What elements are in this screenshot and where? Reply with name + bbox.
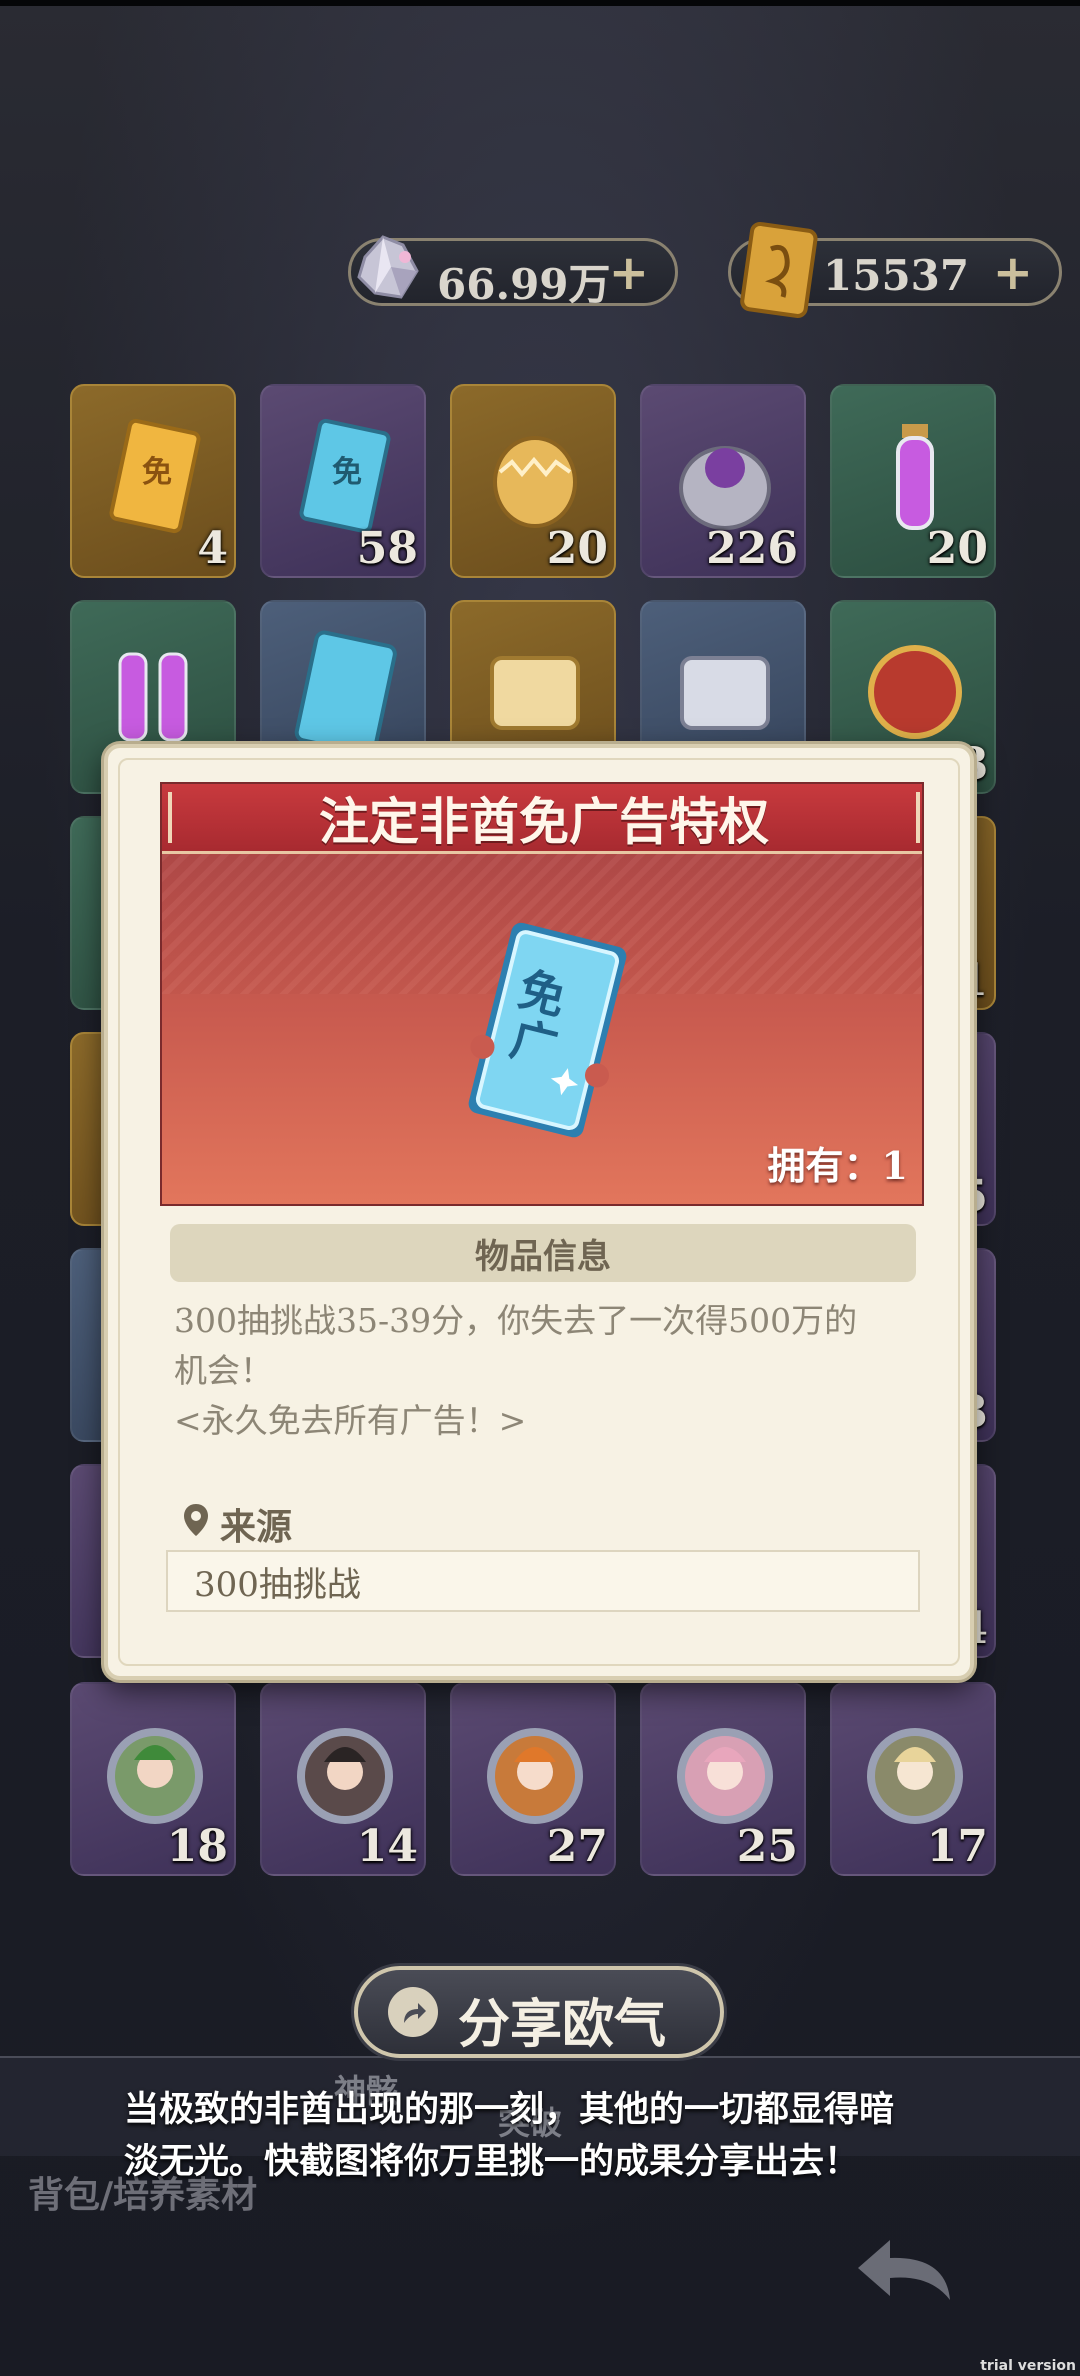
desc-line: 机会！ bbox=[174, 1351, 273, 1390]
item-detail-modal: 注定非酋免广告特权 免 广 拥有：1 物品信息 300抽挑战35-39分，你失去… bbox=[104, 744, 974, 1680]
inventory-item[interactable]: 免 58 bbox=[260, 384, 426, 578]
share-caption: 当极致的非酋出现的那一刻，其他的一切都显得暗 淡无光。快截图将你万里挑一的成果分… bbox=[124, 2084, 984, 2188]
trial-watermark: trial version bbox=[980, 2358, 1076, 2374]
inventory-item[interactable]: 18 bbox=[70, 1682, 236, 1876]
item-count: 18 bbox=[166, 1821, 228, 1872]
share-luck-button[interactable]: 分享欧气 bbox=[354, 1966, 724, 2058]
caption-line: 淡无光。快截图将你万里挑一的成果分享出去！ bbox=[124, 2142, 860, 2182]
inventory-item[interactable]: 免 4 bbox=[70, 384, 236, 578]
inventory-item[interactable]: 17 bbox=[830, 1682, 996, 1876]
ad-free-ticket-icon: 免 广 bbox=[452, 912, 642, 1156]
item-count: 27 bbox=[546, 1821, 608, 1872]
location-pin-icon bbox=[182, 1502, 210, 1547]
desc-line: 300抽挑战35-39分，你失去了一次得500万的 bbox=[174, 1301, 858, 1340]
item-count: 20 bbox=[546, 523, 608, 574]
item-count: 4 bbox=[197, 523, 228, 574]
svg-text:免: 免 bbox=[142, 455, 172, 490]
item-title: 注定非酋免广告特权 bbox=[319, 791, 769, 851]
inventory-item[interactable]: 25 bbox=[640, 1682, 806, 1876]
item-count: 17 bbox=[926, 1821, 988, 1872]
status-bar bbox=[0, 0, 1080, 6]
add-gems-button[interactable]: + bbox=[609, 245, 649, 301]
item-count: 226 bbox=[706, 523, 798, 574]
item-count: 25 bbox=[736, 1821, 798, 1872]
tickets-currency-pill[interactable]: 15537 + bbox=[728, 221, 1062, 318]
back-arrow-icon[interactable] bbox=[850, 2230, 960, 2314]
source-value: 300抽挑战 bbox=[194, 1564, 361, 1605]
caption-line: 当极致的非酋出现的那一刻，其他的一切都显得暗 bbox=[124, 2090, 895, 2130]
item-hero-panel: 注定非酋免广告特权 免 广 拥有：1 bbox=[160, 782, 924, 1206]
inventory-item[interactable]: 20 bbox=[830, 384, 996, 578]
source-label: 来源 bbox=[220, 1506, 293, 1548]
gems-currency-pill[interactable]: 66.99万 + bbox=[348, 235, 678, 309]
desc-line: <永久免去所有广告！> bbox=[174, 1401, 527, 1440]
item-description: 300抽挑战35-39分，你失去了一次得500万的 机会！ <永久免去所有广告！… bbox=[174, 1296, 914, 1446]
source-entry[interactable]: 300抽挑战 bbox=[166, 1550, 920, 1612]
inventory-item[interactable]: 226 bbox=[640, 384, 806, 578]
owned-count: 拥有：1 bbox=[767, 1143, 908, 1188]
inventory-item[interactable]: 27 bbox=[450, 1682, 616, 1876]
inventory-item[interactable]: 14 bbox=[260, 1682, 426, 1876]
add-tickets-button[interactable]: + bbox=[993, 245, 1033, 301]
gems-value: 66.99万 bbox=[437, 260, 611, 309]
item-count: 14 bbox=[356, 1821, 418, 1872]
inventory-item[interactable]: 20 bbox=[450, 384, 616, 578]
item-info-header: 物品信息 bbox=[170, 1224, 916, 1282]
title-banner: 注定非酋免广告特权 bbox=[162, 784, 922, 854]
svg-text:免: 免 bbox=[332, 455, 362, 490]
share-arrow-icon bbox=[388, 1987, 438, 2037]
share-label: 分享欧气 bbox=[458, 1994, 667, 2055]
crystal-icon bbox=[345, 227, 431, 317]
item-count: 20 bbox=[926, 523, 988, 574]
tickets-value: 15537 bbox=[823, 251, 970, 300]
source-header: 来源 bbox=[182, 1498, 292, 1550]
item-count: 58 bbox=[356, 523, 418, 574]
gold-ticket-icon bbox=[737, 219, 821, 323]
